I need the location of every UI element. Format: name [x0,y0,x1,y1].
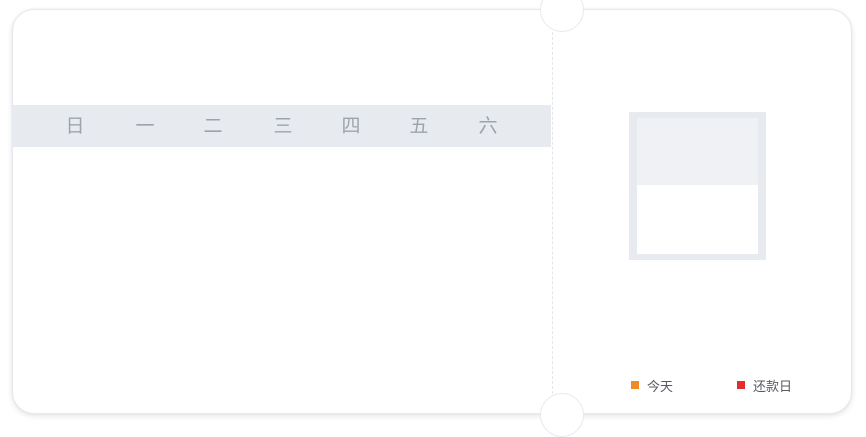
weekday-fri: 五 [409,115,429,137]
image-placeholder [629,112,766,260]
ticket-notch-bottom [540,393,584,437]
legend-repayment-day-swatch [737,381,745,389]
image-placeholder-inner [637,118,758,254]
legend-repayment-day-label: 还款日 [753,379,793,395]
weekday-wed: 三 [273,115,293,137]
weekday-header: 日 一 二 三 四 五 六 [13,105,551,147]
weekday-thu: 四 [341,115,361,137]
weekday-sat: 六 [478,115,498,137]
legend-today-label: 今天 [647,379,674,395]
legend-today-swatch [631,381,639,389]
weekday-tue: 二 [203,115,223,137]
ticket-divider [552,32,553,394]
legend-repayment-day: 还款日 [737,376,793,395]
legend-today: 今天 [631,376,674,395]
image-placeholder-top [637,118,758,185]
weekday-sun: 日 [65,115,85,137]
weekday-mon: 一 [135,115,155,137]
